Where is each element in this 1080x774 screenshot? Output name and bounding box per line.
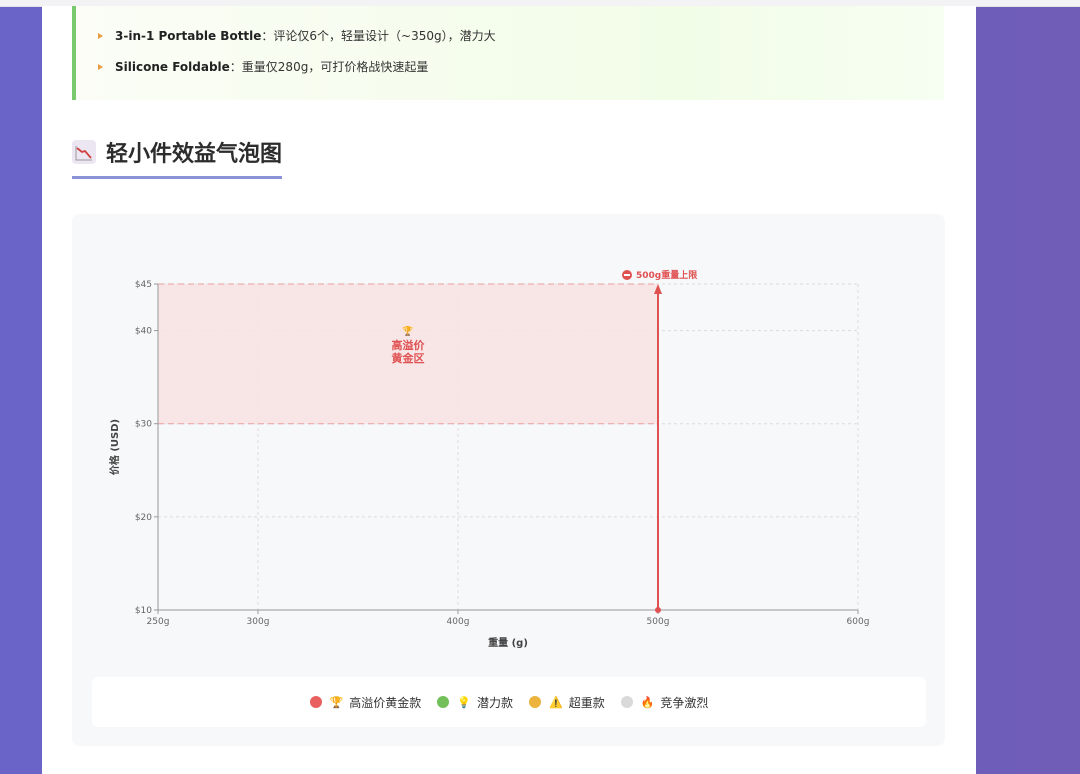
y-axis-label: 价格 (USD)	[108, 419, 121, 475]
legend-dot	[529, 696, 541, 708]
golden-zone-label: 高溢价	[392, 338, 426, 352]
bullet-triangle-icon	[98, 63, 103, 70]
product-name: Silicone Foldable	[115, 60, 230, 74]
bubble-chart-card: 250g 300g 400g 500g 600g $10 $20 $30 $40 $45 🏆 高…	[72, 214, 945, 746]
section-title-text: 轻小件效益气泡图	[106, 142, 283, 167]
legend-item-potential[interactable]: 💡 潜力款	[437, 694, 513, 711]
legend-label: 潜力款	[476, 695, 513, 710]
golden-zone-label: 黄金区	[392, 351, 425, 365]
x-tick-label: 300g	[247, 617, 270, 627]
x-axis-label: 重量 (g)	[488, 636, 528, 649]
legend-item-competitive[interactable]: 🔥 竞争激烈	[620, 694, 709, 711]
product-desc: ：评论仅6个，轻量设计（~350g），潜力大	[261, 29, 496, 43]
legend-dot	[620, 696, 633, 708]
trophy-icon: 🏆	[402, 325, 413, 337]
product-name: 3-in-1 Portable Bottle	[115, 29, 262, 43]
bullet-triangle-icon	[98, 32, 103, 39]
highlight-box: 3-in-1 Portable Bottle：评论仅6个，轻量设计（~350g）…	[72, 6, 944, 100]
no-entry-icon-bar	[624, 274, 630, 276]
legend-item-golden[interactable]: 🏆 高溢价黄金款	[309, 694, 422, 711]
fire-icon: 🔥	[640, 695, 655, 709]
x-tick-label: 400g	[447, 617, 470, 627]
warning-icon: ⚠️	[549, 695, 563, 709]
highlight-item: 3-in-1 Portable Bottle：评论仅6个，轻量设计（~350g）…	[98, 26, 496, 46]
legend-dot	[309, 696, 322, 708]
y-tick-label: $45	[135, 280, 152, 290]
y-tick-label: $10	[135, 606, 152, 616]
y-tick-label: $20	[135, 513, 152, 523]
highlight-item: Silicone Foldable：重量仅280g，可打价格战快速起量	[98, 57, 428, 77]
legend-label: 高溢价黄金款	[349, 695, 422, 710]
weight-limit-label: 500g重量上限	[636, 269, 698, 281]
legend-dot	[437, 696, 450, 708]
product-desc: ：重量仅280g，可打价格战快速起量	[229, 60, 429, 74]
legend-label: 超重款	[568, 695, 605, 710]
legend-item-overweight[interactable]: ⚠️ 超重款	[529, 694, 605, 711]
lightbulb-icon: 💡	[457, 695, 471, 709]
section-title: 轻小件效益气泡图	[72, 132, 283, 179]
x-tick-label: 250g	[147, 617, 170, 627]
weight-limit-base-dot	[655, 607, 661, 613]
y-tick-label: $30	[135, 420, 152, 430]
legend-label: 竞争激烈	[660, 695, 709, 710]
chart-legend: 🏆 高溢价黄金款 💡 潜力款 ⚠️ 超重款 🔥 竞争激烈	[92, 677, 926, 727]
x-tick-label: 600g	[847, 617, 870, 627]
trophy-icon: 🏆	[329, 695, 344, 709]
chart-down-icon	[72, 140, 96, 164]
y-tick-label: $40	[135, 327, 152, 337]
report-page: 3-in-1 Portable Bottle：评论仅6个，轻量设计（~350g）…	[42, 6, 976, 774]
x-tick-label: 500g	[647, 617, 670, 627]
bubble-chart: 250g 300g 400g 500g 600g $10 $20 $30 $40 $45 🏆 高…	[108, 269, 870, 649]
